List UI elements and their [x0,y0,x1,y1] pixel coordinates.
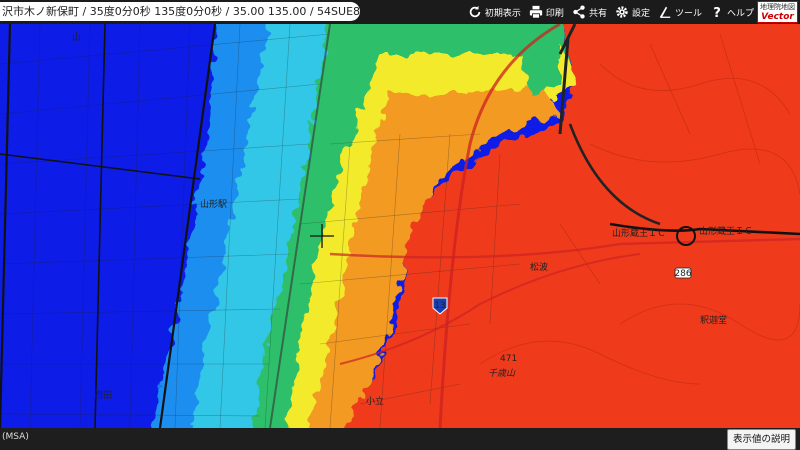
help-label: ヘルプ [726,8,754,19]
label-ic-west: 山形蔵王ＩＣ [612,227,666,239]
top-toolbar: 沢市木ノ新保町 / 35度0分0秒 135度0分0秒 / 35.00 135.0… [0,0,800,24]
share-label: 共有 [588,8,607,19]
bottom-bar: (MSA) 表示値の説明 [0,428,800,450]
route-286-shield: 286 [674,267,692,279]
label-yama: 山 [72,32,81,43]
print-label: 印刷 [545,8,564,19]
logo-text-en: Vector [761,12,794,22]
tools-label: ツール [674,8,702,19]
gsi-maps-logo[interactable]: 地理院地図 Vector [757,1,798,23]
tool-group: 初期表示 印刷 共有 設定 ツール ? ヘルプ [468,0,754,24]
svg-text:?: ? [713,6,721,19]
share-icon [573,5,585,19]
refresh-icon [469,5,481,18]
label-matsunami: 松波 [530,261,548,273]
settings-label: 設定 [631,8,650,19]
ruler-icon [659,6,671,19]
elevation-map[interactable]: 13 286 山形駅 山形蔵王ＩＣ 山形蔵王ＩＣ 松波 釈迦堂 471 千歳山 … [0,24,800,428]
reset-view-label: 初期表示 [484,8,521,19]
data-credit: (MSA) [2,432,29,442]
print-button[interactable]: 印刷 [529,5,564,19]
help-icon: ? [713,6,721,19]
help-button[interactable]: ? ヘルプ [710,5,754,19]
svg-text:13: 13 [434,301,445,311]
settings-button[interactable]: 設定 [615,5,650,19]
elevation-bands [0,24,800,428]
label-nishida: 西田 [94,390,112,401]
legend-explanation-button[interactable]: 表示値の説明 [726,429,796,450]
label-peak-elevation: 471 [500,354,517,364]
location-search-input[interactable]: 沢市木ノ新保町 / 35度0分0秒 135度0分0秒 / 35.00 135.0… [0,2,360,21]
printer-icon [529,5,543,19]
label-chitoseyama: 千歳山 [488,368,516,379]
reset-view-button[interactable]: 初期表示 [468,5,521,19]
svg-text:286: 286 [674,269,691,279]
label-yamagata-station: 山形駅 [200,198,227,210]
share-button[interactable]: 共有 [572,5,607,19]
label-ic-east: 山形蔵王ＩＣ [699,225,753,237]
tools-button[interactable]: ツール [658,5,702,19]
gear-icon [616,6,628,18]
logo-text-jp: 地理院地図 [760,3,795,11]
label-kodachi: 小立 [366,395,384,407]
label-shakado: 釈迦堂 [700,314,727,326]
